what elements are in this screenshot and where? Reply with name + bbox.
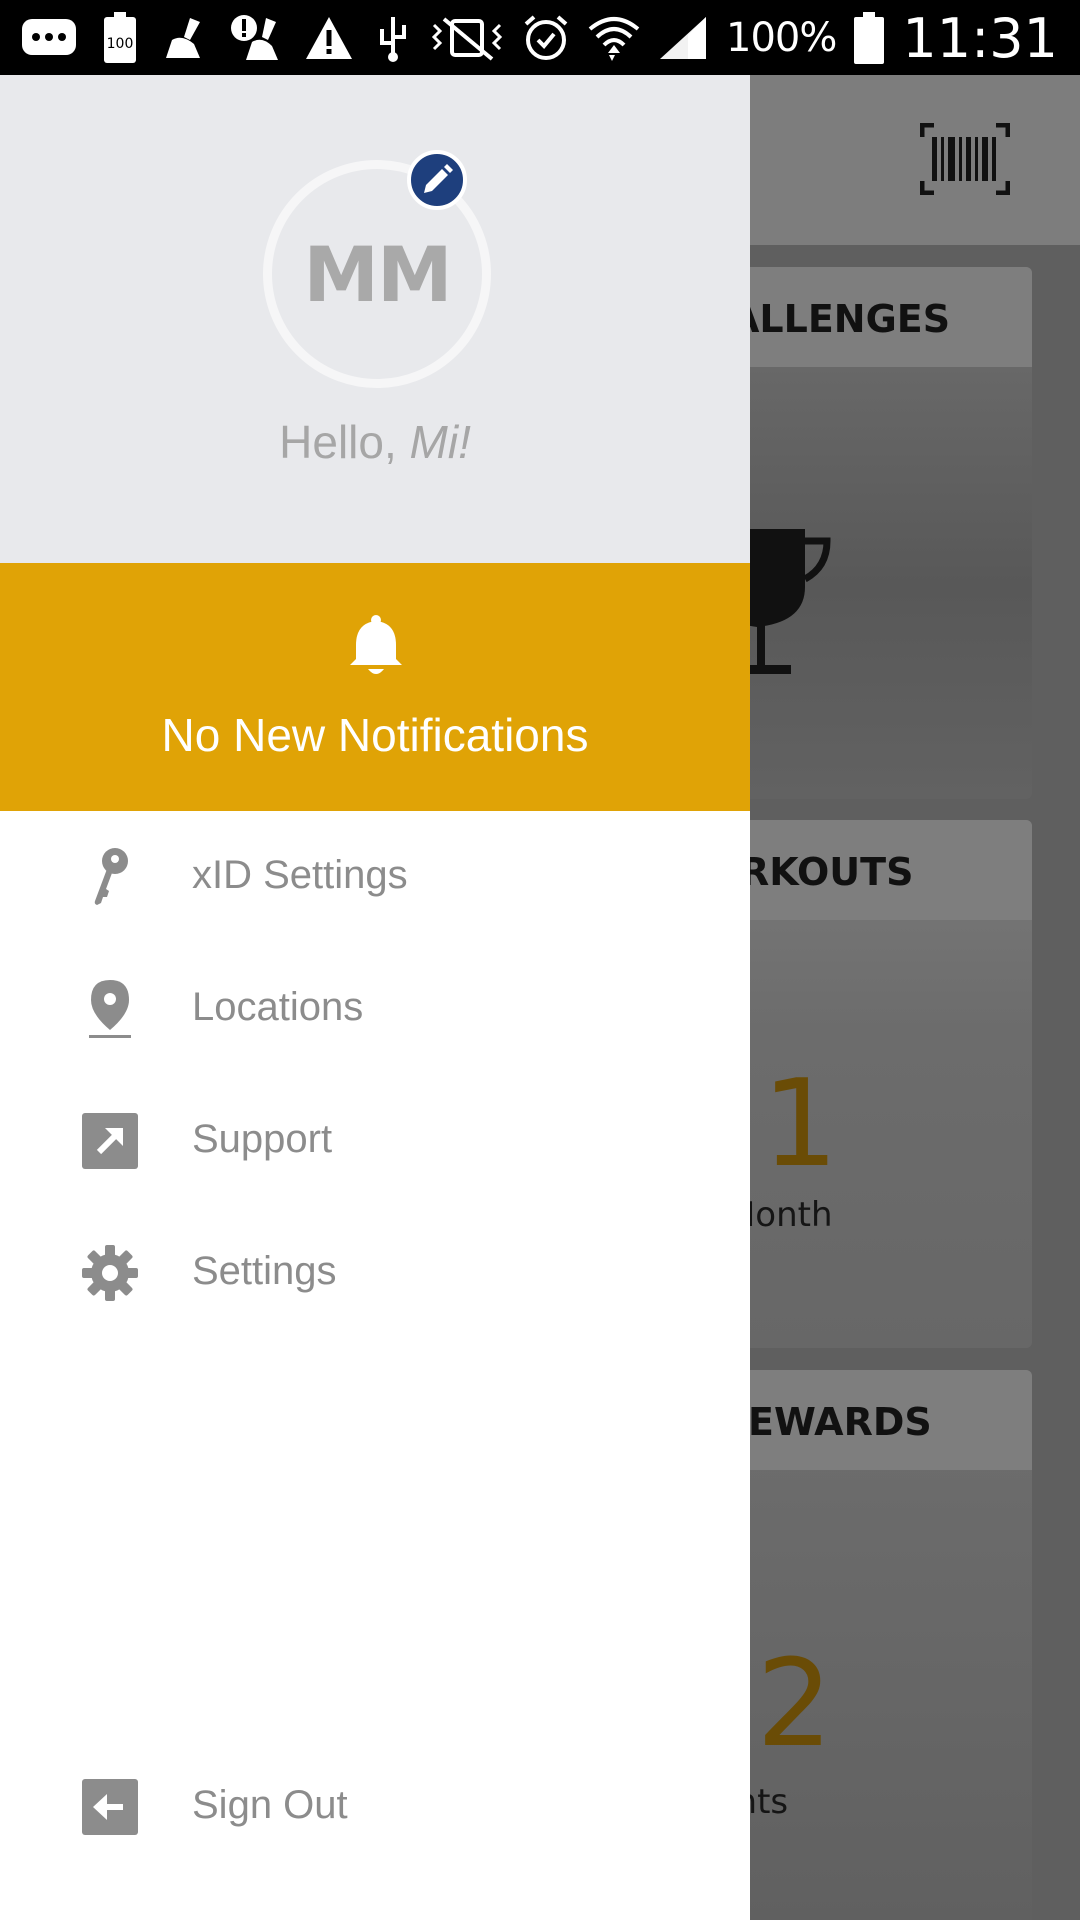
- avatar-initials: MM: [303, 229, 452, 319]
- menu-item-label: Settings: [192, 1249, 337, 1293]
- svg-text:100: 100: [107, 36, 134, 52]
- menu-item-xid-settings[interactable]: xID Settings: [0, 815, 750, 935]
- key-icon: [80, 847, 140, 907]
- drawer-header: MM Hello, Mi!: [0, 75, 750, 563]
- menu-item-locations[interactable]: Locations: [0, 947, 750, 1067]
- bell-icon: [350, 615, 402, 674]
- menu-item-label: Locations: [192, 985, 364, 1029]
- menu-item-settings[interactable]: Settings: [0, 1211, 750, 1331]
- cleaner-icon: [166, 18, 200, 58]
- warning-icon: [306, 17, 352, 59]
- message-icon: [22, 19, 76, 55]
- workouts-count: 1: [762, 1055, 839, 1194]
- status-bar: 100 100% 11:31: [0, 0, 1080, 75]
- sign-out-icon: [80, 1777, 140, 1837]
- barcode-scanner-icon[interactable]: [920, 123, 1010, 195]
- greeting-prefix: Hello,: [279, 416, 410, 468]
- navigation-drawer: MM Hello, Mi! No New Notifications xID S…: [0, 75, 750, 1920]
- usb-icon: [380, 17, 406, 62]
- battery-percent: 100%: [726, 15, 837, 61]
- external-link-icon: [80, 1111, 140, 1171]
- greeting: Hello, Mi!: [0, 415, 750, 469]
- menu-item-sign-out[interactable]: Sign Out: [0, 1745, 750, 1865]
- menu-item-label: xID Settings: [192, 853, 408, 897]
- wifi-icon: [588, 17, 640, 61]
- gear-icon: [80, 1243, 140, 1303]
- alarm-icon: [524, 15, 568, 60]
- vibrate-off-icon: [431, 17, 503, 61]
- battery-icon: [854, 12, 885, 64]
- clock: 11:31: [902, 6, 1058, 70]
- signal-icon: [660, 17, 707, 59]
- battery-saver-icon: 100: [104, 12, 136, 63]
- notifications-banner[interactable]: No New Notifications: [0, 563, 750, 811]
- edit-profile-button[interactable]: [407, 150, 467, 210]
- location-pin-icon: [80, 979, 140, 1039]
- sign-out-label: Sign Out: [192, 1783, 348, 1827]
- greeting-name: Mi!: [409, 416, 471, 468]
- menu-item-label: Support: [192, 1117, 333, 1161]
- menu-item-support[interactable]: Support: [0, 1079, 750, 1199]
- alert-cleaner-icon: [231, 15, 278, 60]
- notifications-text: No New Notifications: [161, 709, 589, 761]
- pencil-icon: [424, 164, 453, 193]
- trophy-icon: [735, 529, 831, 674]
